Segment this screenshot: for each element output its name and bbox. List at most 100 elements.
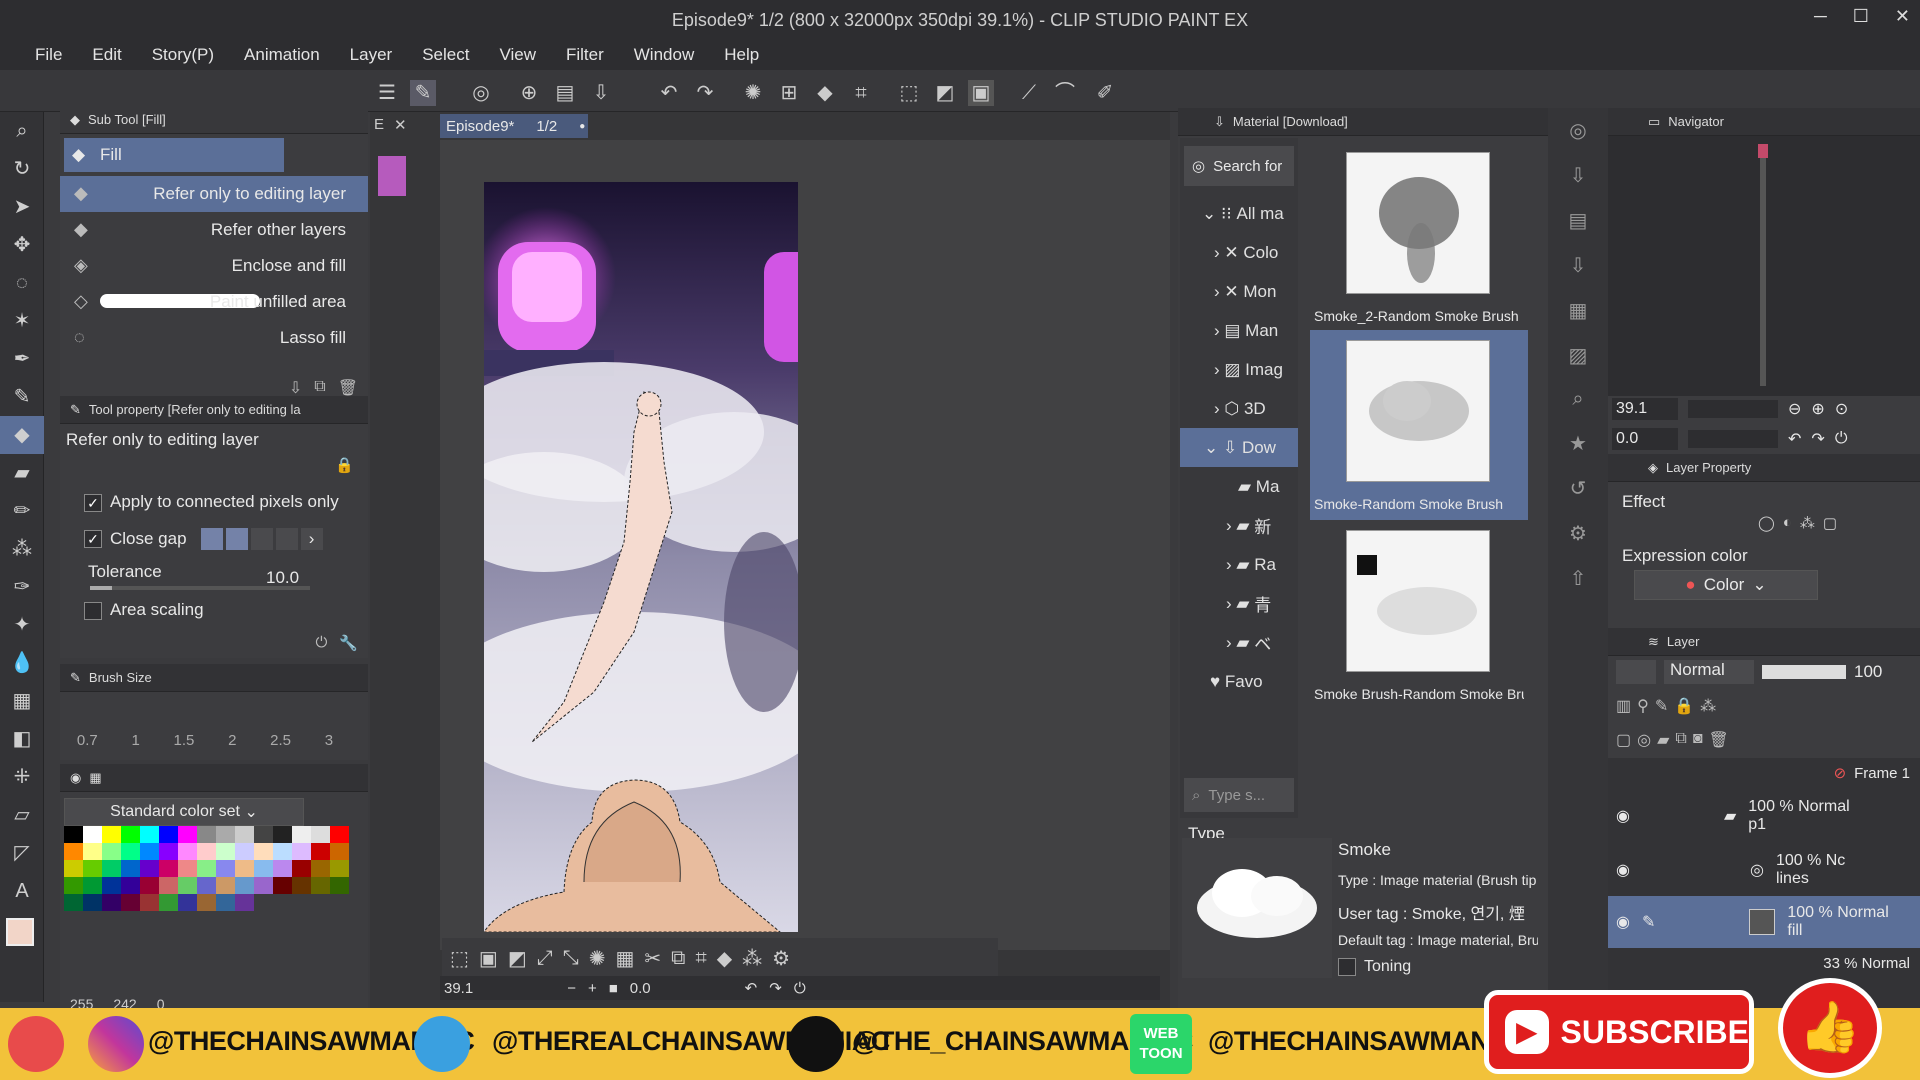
- nav-rotate-right-icon[interactable]: ↷: [1811, 429, 1824, 449]
- invert-selection-icon[interactable]: ◩: [508, 946, 527, 971]
- effect-tone-icon[interactable]: ⁂: [1800, 514, 1815, 532]
- duplicate-icon[interactable]: ⧉: [314, 378, 325, 398]
- color-chips[interactable]: [0, 910, 43, 960]
- color-swatch[interactable]: [254, 826, 273, 843]
- select-none-icon[interactable]: ⬚: [450, 946, 469, 971]
- menu-help[interactable]: Help: [709, 45, 774, 65]
- eye-icon[interactable]: ◉: [1616, 806, 1630, 826]
- color-swatch[interactable]: [121, 894, 140, 911]
- color-swatch[interactable]: [330, 860, 349, 877]
- color-swatch[interactable]: [159, 860, 178, 877]
- material-thumb-smoke[interactable]: [1346, 340, 1490, 482]
- spiral-icon[interactable]: ◎: [468, 80, 494, 106]
- color-swatch[interactable]: [311, 843, 330, 860]
- canvas-angle[interactable]: 0.0: [630, 980, 651, 997]
- layer-row-selected[interactable]: ◉ ✎ 100 % Normal fill: [1608, 896, 1920, 948]
- redo-icon[interactable]: ↷: [692, 80, 718, 106]
- color-swatch[interactable]: [330, 826, 349, 843]
- menu-file[interactable]: File: [20, 45, 77, 65]
- lock-layer-icon[interactable]: 🔒: [1674, 696, 1694, 716]
- new-raster-icon[interactable]: ▢: [1616, 730, 1631, 750]
- close-gap-levels[interactable]: ›: [200, 528, 323, 550]
- crop-icon[interactable]: ⌗: [848, 80, 874, 106]
- search-panel-icon[interactable]: ⌕: [1572, 388, 1583, 411]
- new-folder-icon[interactable]: ▰: [1657, 730, 1669, 750]
- brush-size-preset[interactable]: 2: [228, 732, 236, 749]
- brush-size-preset[interactable]: 1: [131, 732, 139, 749]
- edit-icon[interactable]: ✎: [410, 80, 436, 106]
- color-swatch[interactable]: [292, 826, 311, 843]
- menu-story[interactable]: Story(P): [137, 45, 229, 65]
- color-swatch[interactable]: [159, 843, 178, 860]
- delete-layer-icon[interactable]: 🗑: [1709, 730, 1729, 750]
- color-swatch[interactable]: [216, 860, 235, 877]
- color-swatch[interactable]: [197, 843, 216, 860]
- invert-icon[interactable]: ◩: [932, 80, 958, 106]
- color-swatch[interactable]: [140, 860, 159, 877]
- canvas-zoom[interactable]: 39.1: [444, 980, 473, 997]
- opacity-value[interactable]: 100: [1854, 662, 1882, 682]
- color-swatch[interactable]: [254, 843, 273, 860]
- layer-row[interactable]: 33 % Normal: [1608, 948, 1920, 978]
- thumbs-up-icon[interactable]: 👍: [1778, 978, 1882, 1078]
- maximize-icon[interactable]: ☐: [1853, 6, 1869, 27]
- shrink-selection-icon[interactable]: ⤡: [563, 947, 579, 970]
- material-icon[interactable]: ⇩: [1570, 253, 1587, 278]
- color-palette[interactable]: [64, 826, 352, 911]
- page-thumbnail[interactable]: [378, 156, 406, 196]
- star-icon[interactable]: ★: [1569, 431, 1587, 456]
- cut-selection-icon[interactable]: ✂: [644, 946, 661, 971]
- color-swatch[interactable]: [64, 826, 83, 843]
- spinner-selection-icon[interactable]: ✺: [589, 946, 606, 971]
- color-swatch[interactable]: [83, 826, 102, 843]
- effect-color-icon[interactable]: ▢: [1823, 514, 1837, 532]
- area-scaling-row[interactable]: Area scaling: [84, 600, 204, 620]
- minimize-icon[interactable]: ─: [1814, 6, 1827, 27]
- apply-connected-checkbox[interactable]: ✓: [84, 493, 102, 512]
- pen-icon[interactable]: ✐: [1092, 80, 1118, 106]
- toning-checkbox[interactable]: [1338, 958, 1356, 976]
- color-swatch[interactable]: [235, 826, 254, 843]
- zoom-icon[interactable]: ⌕: [0, 112, 44, 150]
- color-swatch[interactable]: [273, 843, 292, 860]
- merge-icon[interactable]: ⧉: [1675, 730, 1686, 750]
- tree-item[interactable]: › ▰ Ra: [1180, 545, 1298, 584]
- color-swatch[interactable]: [178, 877, 197, 894]
- zoom-out-icon[interactable]: −: [567, 980, 576, 997]
- color-swatch[interactable]: [311, 860, 330, 877]
- tolerance-slider[interactable]: [90, 586, 310, 590]
- material-thumb-smoke-brush[interactable]: [1346, 530, 1490, 672]
- subtool-refer-other[interactable]: ◆ Refer other layers: [60, 212, 368, 248]
- expand-selection-icon[interactable]: ⤢: [537, 947, 553, 970]
- color-swatch[interactable]: [311, 877, 330, 894]
- color-wheel-tab-icon[interactable]: ◉: [70, 770, 81, 786]
- tree-item[interactable]: › ▰ 新: [1180, 506, 1298, 545]
- close-gap-checkbox[interactable]: ✓: [84, 530, 102, 548]
- color-swatch[interactable]: [102, 860, 121, 877]
- settings-selection-icon[interactable]: ⚙: [772, 946, 790, 971]
- tree-item-selected[interactable]: ⌄ ⇩ Dow: [1180, 428, 1298, 467]
- color-swatch[interactable]: [273, 877, 292, 894]
- brush-size-preset[interactable]: 1.5: [174, 732, 195, 749]
- type-search-input[interactable]: ⌕ Type s...: [1184, 778, 1294, 812]
- subtool-paint-unfilled[interactable]: ◇ Paint unfilled area: [60, 284, 368, 320]
- menu-view[interactable]: View: [484, 45, 551, 65]
- figure-icon[interactable]: ▦: [0, 682, 44, 720]
- tab-short[interactable]: E: [374, 116, 384, 133]
- color-swatch[interactable]: [216, 843, 235, 860]
- color-swatch[interactable]: [159, 877, 178, 894]
- tree-item[interactable]: › ⬡ 3D: [1180, 389, 1298, 428]
- blend-icon[interactable]: 💧: [0, 644, 44, 682]
- tree-item[interactable]: ♥ Favo: [1180, 662, 1298, 701]
- blend-mode-select[interactable]: Normal: [1664, 660, 1754, 684]
- eye-icon[interactable]: ◉: [1616, 860, 1630, 880]
- rotate-right-icon[interactable]: ↷: [769, 979, 782, 997]
- reset-icon[interactable]: ⏻: [315, 634, 327, 652]
- layer-color-select[interactable]: [1616, 660, 1656, 684]
- navigator-view[interactable]: [1608, 136, 1920, 396]
- material-item-label[interactable]: Smoke_2-Random Smoke Brush: [1314, 308, 1524, 324]
- color-swatch[interactable]: [254, 877, 273, 894]
- mask-icon[interactable]: ◙: [1693, 730, 1703, 750]
- color-swatch[interactable]: [140, 894, 159, 911]
- tree-item[interactable]: › ▨ Imag: [1180, 350, 1298, 389]
